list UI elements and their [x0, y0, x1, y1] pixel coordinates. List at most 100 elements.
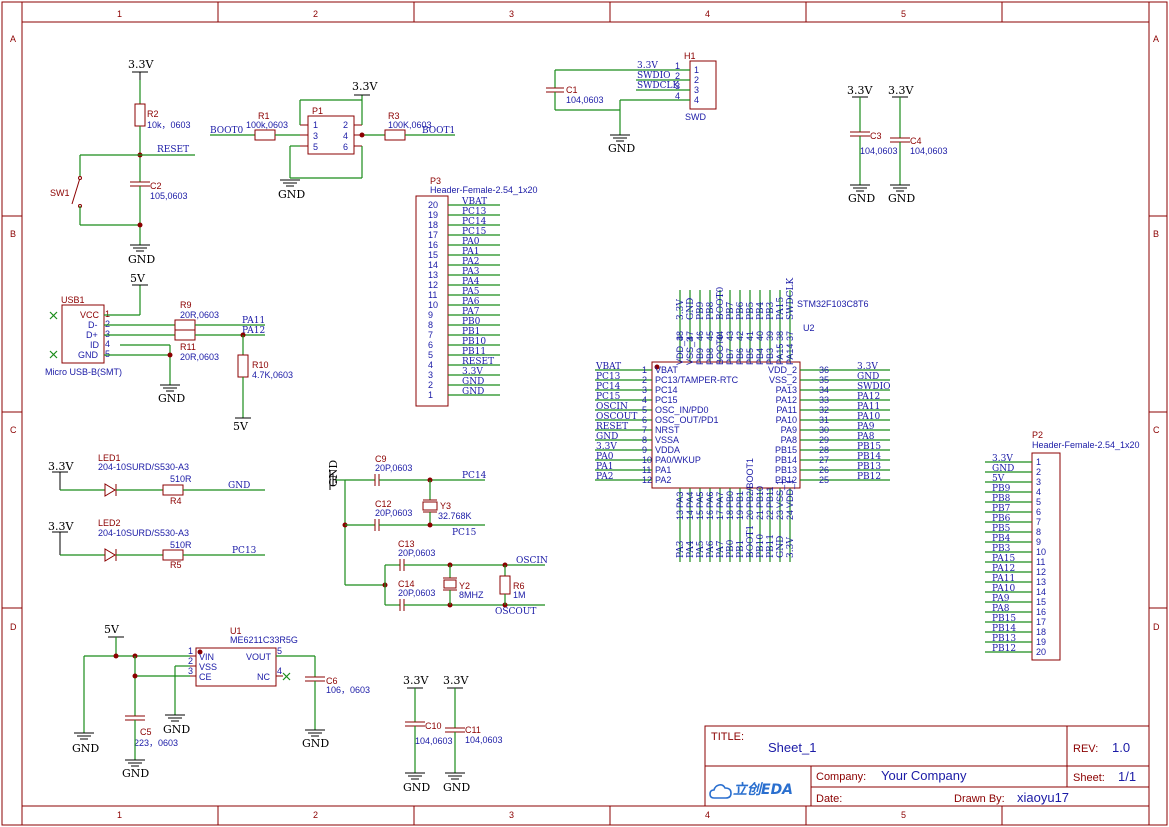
pin-number: 31: [819, 415, 829, 425]
gnd-symbol: [610, 134, 630, 142]
pin-number: 19: [1036, 637, 1046, 647]
net-label: PC13: [596, 372, 621, 382]
net-label: VBAT: [595, 362, 621, 372]
power-label: 3.3V: [128, 58, 154, 71]
pin-number: 14: [1036, 587, 1046, 597]
net-label: PB8: [992, 494, 1011, 504]
net-label: RESET: [596, 422, 628, 432]
power-label: 3.3V: [352, 80, 378, 93]
svg-text:GND: GND: [122, 767, 149, 780]
pin-number: 25: [819, 475, 829, 485]
svg-text:GND: GND: [228, 481, 250, 491]
svg-text:R9: R9: [180, 300, 192, 310]
pin-number: 4: [642, 395, 647, 405]
pin-number: 28: [819, 445, 829, 455]
pin-number: 16: [705, 510, 715, 520]
boot-jumper: BOOT0 R1 100k,0603 P1 1 2 3 4 5 6 3.3V G…: [210, 80, 455, 201]
pin-name: PB6: [735, 348, 745, 365]
led-led1: [104, 483, 116, 497]
frame-col-label: 3: [509, 810, 514, 820]
pin-number: 20: [745, 510, 755, 520]
svg-text:C10: C10: [425, 721, 442, 731]
pin-name: PA0/WKUP: [655, 455, 701, 465]
frame-col-label: 2: [313, 810, 318, 820]
net-label: PB11: [462, 347, 486, 357]
frame-col-label: 2: [313, 9, 318, 19]
ref-label: SW1: [50, 188, 70, 198]
resistor-r1: [254, 129, 276, 141]
pin-number: 12: [1036, 567, 1046, 577]
ldo-u1: 5V GND C5 223，0603 GND GND U1 ME6211C33R…: [72, 623, 370, 780]
svg-text:104,0603: 104,0603: [860, 146, 898, 156]
svg-text:4: 4: [105, 339, 110, 349]
net-label: 3.3V: [676, 299, 686, 320]
net-label: PB9: [696, 301, 706, 320]
value-label: 104,0603: [566, 95, 604, 105]
resistor-r2: [134, 103, 146, 127]
pin-number: 11: [1036, 557, 1045, 567]
svg-text:PC14: PC14: [462, 471, 487, 481]
pin-name: OSC_IN/PD0: [655, 405, 709, 415]
frame-row-label: A: [10, 34, 16, 44]
crystal-circuits: GND C9 20P,0603 PC14 Y3 32.768K C12 20P,…: [327, 454, 548, 617]
frame-col-label: 1: [117, 810, 122, 820]
pin-name: PB11: [765, 487, 775, 508]
net-label: PA6: [462, 297, 480, 307]
pin-name: VSS_2: [769, 375, 797, 385]
svg-text:5V: 5V: [130, 272, 146, 285]
pin-name: VDDA: [655, 445, 680, 455]
svg-text:3.3V: 3.3V: [637, 61, 658, 71]
pin-number: 8: [428, 320, 433, 330]
svg-text:3.3V: 3.3V: [48, 460, 74, 473]
svg-text:3.3V: 3.3V: [847, 84, 873, 97]
pin-number: 38: [775, 331, 785, 341]
net-label: GND: [857, 372, 879, 382]
pin-number: 9: [428, 310, 433, 320]
pin-number: 1: [642, 365, 647, 375]
pin-number: 9: [642, 445, 647, 455]
pin-name: PB1: [735, 491, 745, 508]
svg-text:GND: GND: [443, 781, 470, 794]
frame-col-label: 4: [705, 9, 710, 19]
net-label: GND: [462, 387, 484, 397]
net-label: PA3: [676, 540, 686, 558]
net-label: PA6: [706, 540, 716, 558]
net-label: 3.3V: [992, 454, 1013, 464]
net-label: PB6: [736, 301, 746, 320]
crystal-y3: [422, 501, 438, 511]
pin-name: NRST: [655, 425, 680, 435]
pin-number: 10: [1036, 547, 1046, 557]
net-label: PB11: [766, 534, 776, 558]
pin-number: 17: [428, 230, 438, 240]
svg-text:5: 5: [105, 349, 110, 359]
svg-text:GND: GND: [848, 192, 875, 205]
frame-col-label: 4: [705, 810, 710, 820]
net-label: 3.3V: [462, 367, 483, 377]
net-label: PC15: [596, 392, 621, 402]
pin-number: 10: [428, 300, 438, 310]
net-label: PB0: [726, 539, 736, 558]
svg-text:20P,0603: 20P,0603: [398, 548, 435, 558]
gnd-symbol: [305, 729, 325, 737]
pin-name: PA9: [781, 425, 797, 435]
svg-text:3: 3: [188, 666, 193, 676]
net-label: GND: [992, 464, 1014, 474]
frame-row-label: D: [1153, 622, 1160, 632]
svg-text:D+: D+: [86, 330, 98, 340]
svg-text:32.768K: 32.768K: [438, 511, 472, 521]
net-label: PA5: [462, 287, 480, 297]
svg-text:20P,0603: 20P,0603: [375, 508, 412, 518]
net-label: PA3: [462, 267, 480, 277]
svg-text:5V: 5V: [104, 623, 120, 636]
net-label: BOOT1: [746, 525, 756, 558]
svg-text:C11: C11: [465, 725, 481, 735]
pin-number: 15: [428, 250, 438, 260]
pin-number: 18: [1036, 627, 1046, 637]
pin-number: 13: [1036, 577, 1046, 587]
frame-row-label: B: [10, 229, 16, 239]
pin-number: 10: [642, 455, 652, 465]
pin-name: PA8: [781, 435, 797, 445]
pin-number: 6: [1036, 507, 1041, 517]
pin-name: PA4: [685, 492, 695, 508]
net-label: PA2: [462, 257, 479, 267]
